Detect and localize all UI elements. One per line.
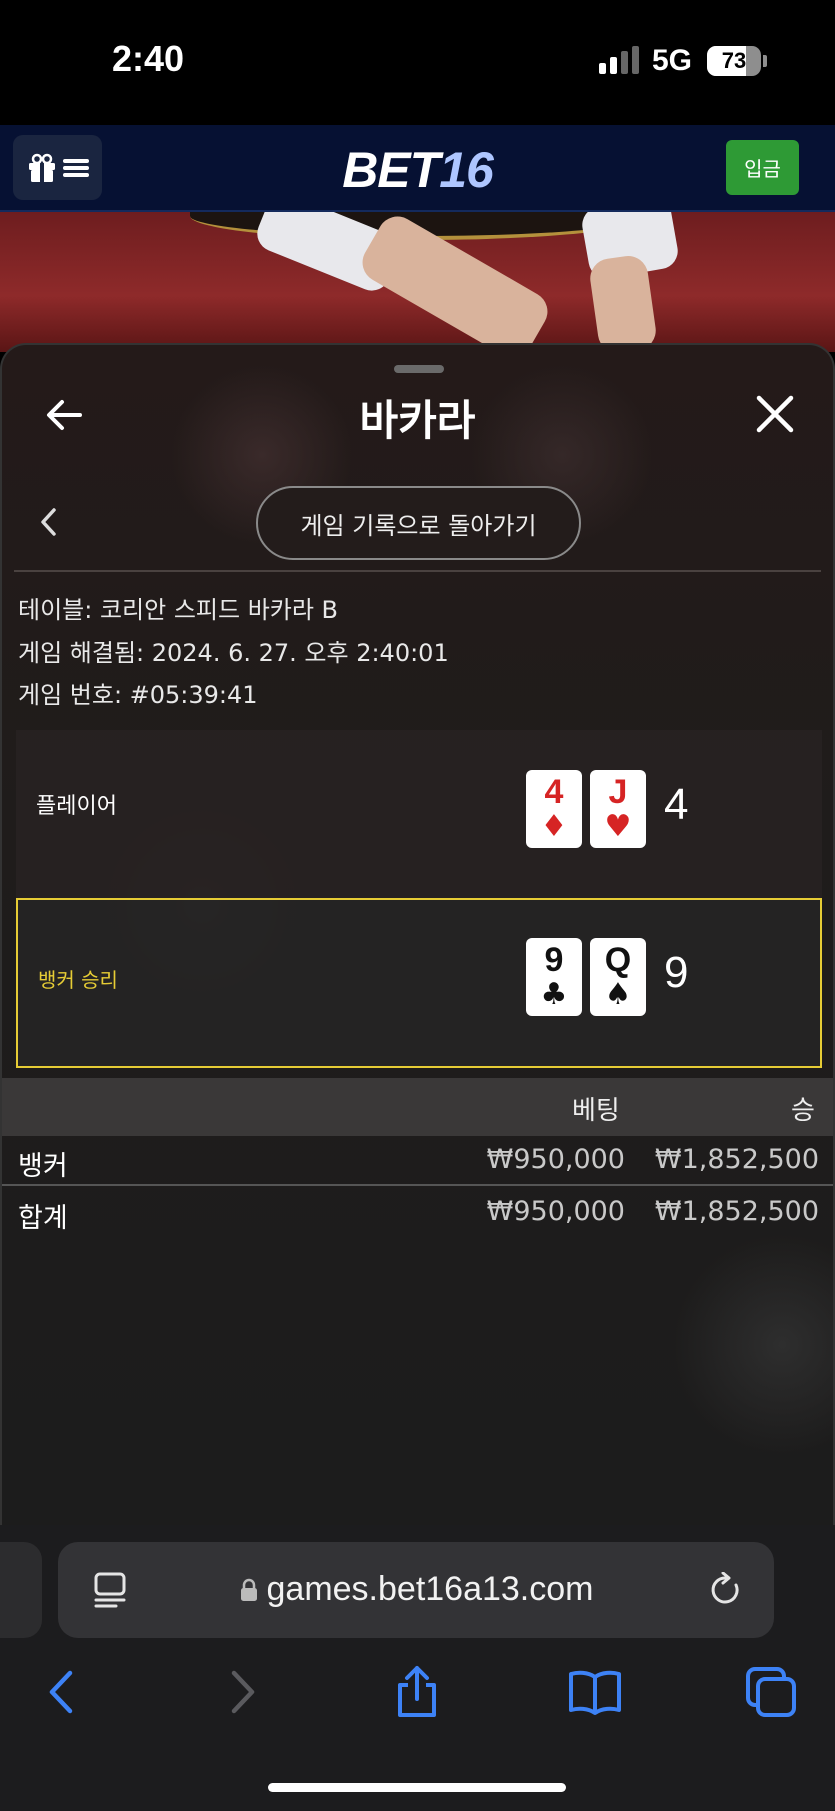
player-label: 플레이어	[36, 794, 117, 819]
player-card-2: J ♥	[590, 770, 646, 848]
bets-table-header: 베팅 승	[2, 1078, 833, 1136]
total-row: 합계 ₩950,000 ₩1,852,500	[2, 1188, 833, 1238]
banker-hand-row: 뱅커 승리 9 ♣ Q ♠ 9	[16, 898, 822, 1068]
forward-nav-icon[interactable]	[214, 1665, 268, 1719]
table-row: 뱅커 ₩950,000 ₩1,852,500	[2, 1136, 833, 1186]
banker-card-2: Q ♠	[590, 938, 646, 1016]
player-hand-row: 플레이어 4 ♦ J ♥ 4	[16, 730, 822, 898]
app-header: BET16 입금	[0, 125, 835, 212]
game-detail-sheet: 바카라 게임 기록으로 돌아가기 테이블: 코리안 스피드 바카라 B 게임 해…	[0, 343, 835, 1525]
home-indicator[interactable]	[268, 1783, 566, 1792]
bet-amount: ₩950,000	[486, 1144, 625, 1175]
reload-icon[interactable]	[708, 1572, 744, 1608]
battery-icon: 73	[707, 46, 761, 76]
table-info: 테이블: 코리안 스피드 바카라 B	[18, 596, 339, 624]
bet-column-header: 베팅	[572, 1096, 620, 1126]
divider	[14, 570, 821, 572]
total-win-amount: ₩1,852,500	[654, 1196, 819, 1227]
battery-percent: 73	[721, 48, 747, 73]
banker-card-1: 9 ♣	[526, 938, 582, 1016]
win-amount: ₩1,852,500	[654, 1144, 819, 1175]
back-nav-icon[interactable]	[36, 1665, 90, 1719]
browser-toolbar: games.bet16a13.com	[0, 1525, 835, 1811]
player-card-1: 4 ♦	[526, 770, 582, 848]
bet16-logo[interactable]: BET16	[0, 141, 835, 199]
share-icon[interactable]	[390, 1665, 444, 1719]
previous-tab-preview[interactable]	[0, 1542, 42, 1638]
resolved-time: 게임 해결됨: 2024. 6. 27. 오후 2:40:01	[18, 639, 449, 667]
sheet-grabber[interactable]	[394, 365, 444, 373]
lock-icon	[240, 1578, 257, 1601]
page-title: 바카라	[359, 396, 476, 445]
total-bet-amount: ₩950,000	[486, 1196, 625, 1227]
deposit-button[interactable]: 입금	[726, 140, 799, 195]
status-time: 2:40	[112, 38, 185, 79]
game-number: 게임 번호: #05:39:41	[18, 681, 258, 709]
dealer-video-background	[0, 212, 835, 352]
status-bar: 2:40 5G 73	[0, 0, 835, 125]
player-score: 4	[664, 780, 689, 829]
address-bar[interactable]: games.bet16a13.com	[58, 1542, 774, 1638]
bookmarks-icon[interactable]	[568, 1665, 622, 1719]
network-type: 5G	[652, 44, 693, 77]
url-field[interactable]: games.bet16a13.com	[58, 1570, 774, 1609]
banker-win-label: 뱅커 승리	[38, 968, 118, 992]
battery-tip	[763, 55, 767, 67]
url-text: games.bet16a13.com	[266, 1570, 594, 1608]
banker-score: 9	[664, 948, 689, 997]
tabs-icon[interactable]	[744, 1665, 798, 1719]
close-icon[interactable]	[754, 393, 796, 435]
bet-name: 뱅커	[18, 1151, 68, 1182]
back-to-history-button[interactable]: 게임 기록으로 돌아가기	[256, 486, 581, 560]
cellular-signal-icon	[599, 46, 641, 74]
total-label: 합계	[18, 1203, 68, 1234]
chevron-left-icon[interactable]	[36, 505, 60, 539]
win-column-header: 승	[791, 1096, 815, 1126]
